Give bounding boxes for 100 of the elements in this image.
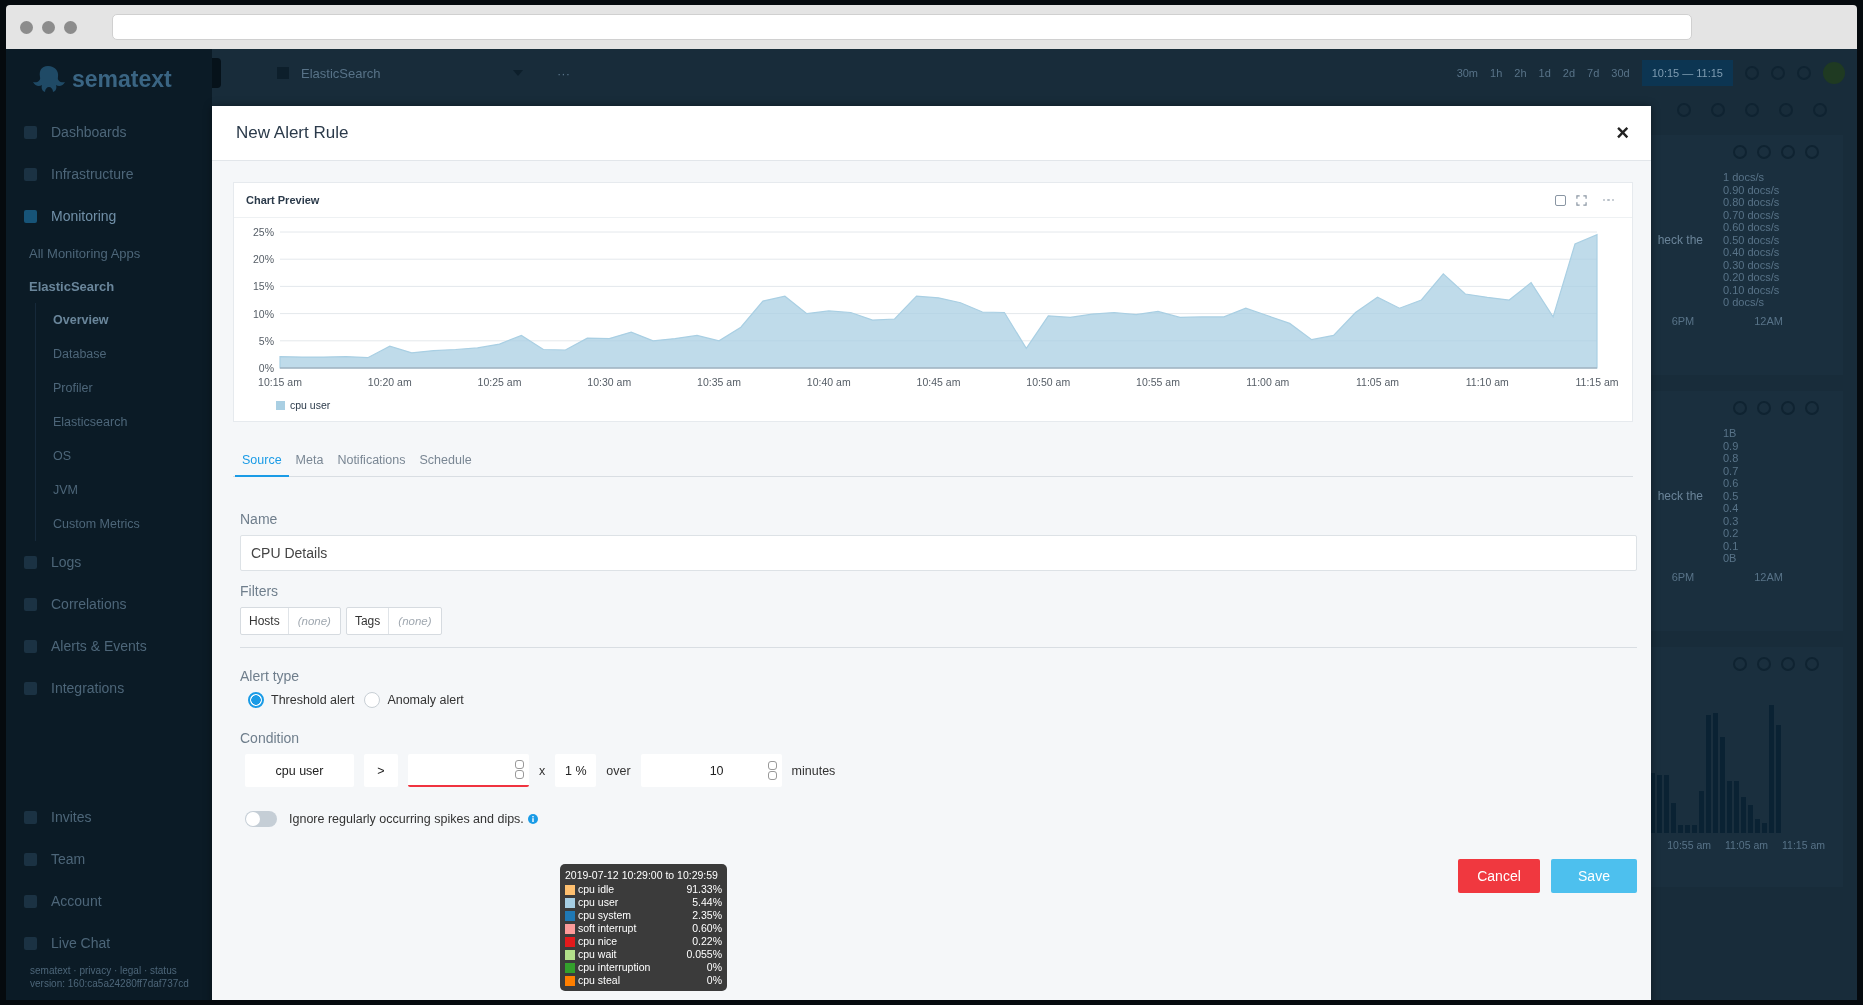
info-icon[interactable] <box>527 814 538 824</box>
axis-label: 0.4 <box>1723 502 1740 515</box>
radio-option[interactable]: Threshold alert <box>248 692 355 708</box>
collapse-tab[interactable] <box>212 58 221 88</box>
nav-subitem[interactable]: Database <box>36 337 212 371</box>
stepper-icon[interactable] <box>515 760 524 779</box>
filter-chip[interactable]: Tags (none) <box>345 607 442 635</box>
x-axis-label: 11:05 am <box>1356 376 1399 388</box>
nav-icon <box>24 894 37 908</box>
axis-label: 10:55 am <box>1667 839 1711 851</box>
time-range-button[interactable]: 10:15 — 11:15 <box>1641 60 1733 86</box>
series-label: cpu user <box>578 896 620 909</box>
axis-label: 0.40 docs/s <box>1723 246 1781 259</box>
toggle-switch[interactable] <box>245 811 277 827</box>
nav-item[interactable]: Account <box>6 880 212 922</box>
x-axis-label: 11:15 am <box>1575 376 1619 388</box>
nav-subitem[interactable]: Custom Metrics <box>36 507 212 541</box>
axis-label: 0.60 docs/s <box>1723 221 1781 234</box>
radio-label: Anomaly alert <box>387 693 464 707</box>
x-axis-label: 11:00 am <box>1246 376 1290 388</box>
nav-item[interactable]: Monitoring <box>6 195 212 237</box>
series-label: cpu interruption <box>578 961 652 974</box>
field-label: Name <box>240 511 279 527</box>
radio-option[interactable]: Anomaly alert <box>364 692 464 708</box>
nav-icon <box>24 639 37 653</box>
tab[interactable]: Notifications <box>330 444 413 477</box>
axis-label: 11:15 am <box>1782 839 1825 851</box>
window-dot <box>42 20 55 34</box>
dialog-title: New Alert Rule <box>236 123 349 143</box>
nav-subitem[interactable]: Profiler <box>36 371 212 405</box>
logo-text: sematext <box>72 65 172 93</box>
tab[interactable]: Schedule <box>412 444 479 477</box>
range-button[interactable]: 30d <box>1611 67 1630 79</box>
metric-select[interactable]: cpu user <box>245 754 354 787</box>
axis-label: 0.6 <box>1723 477 1740 490</box>
radio-label: Threshold alert <box>271 693 355 707</box>
nav-item[interactable]: Correlations <box>6 583 212 625</box>
axis-label: 0B <box>1723 552 1738 565</box>
more-menu[interactable]: ··· <box>557 65 570 81</box>
app-selector[interactable]: ElasticSearch <box>301 65 501 81</box>
nav-item[interactable]: Infrastructure <box>6 153 212 195</box>
tab[interactable]: Meta <box>288 444 331 477</box>
range-button[interactable]: 30m <box>1456 67 1479 79</box>
nav-item[interactable]: Team <box>6 838 212 880</box>
nav-item[interactable]: Integrations <box>6 667 212 709</box>
nav-icon <box>24 936 37 950</box>
axis-label: 1B <box>1723 427 1738 440</box>
nav-item[interactable]: Logs <box>6 541 212 583</box>
nav-item[interactable]: Dashboards <box>6 111 212 153</box>
avatar[interactable] <box>1823 62 1845 84</box>
range-button[interactable]: 1h <box>1490 67 1503 79</box>
axis-label: 0.2 <box>1723 527 1740 540</box>
tab[interactable]: Source <box>235 444 289 477</box>
save-button[interactable]: Save <box>1551 859 1637 893</box>
range-button[interactable]: 7d <box>1587 67 1600 79</box>
filter-value: (none) <box>397 615 433 627</box>
nav-subitem[interactable]: Overview <box>36 303 212 337</box>
axis-label: 0.80 docs/s <box>1723 196 1781 209</box>
series-value: 0% <box>706 961 722 974</box>
legend-label: cpu user <box>290 399 331 411</box>
nav-item[interactable]: Alerts & Events <box>6 625 212 667</box>
chart-title: Chart Preview <box>246 194 320 206</box>
close-button[interactable]: × <box>1612 122 1633 144</box>
x-axis-label: 10:20 am <box>367 376 412 388</box>
y-axis-label: 25% <box>253 226 274 238</box>
nav-subitem[interactable]: Elasticsearch <box>36 405 212 439</box>
radio-button[interactable] <box>364 692 381 708</box>
cancel-button[interactable]: Cancel <box>1458 859 1540 893</box>
nav-subitem[interactable]: OS <box>36 439 212 473</box>
filter-name: Hosts <box>241 608 289 634</box>
nav-subitem[interactable]: ElasticSearch <box>6 270 212 303</box>
nav-subitem[interactable]: JVM <box>36 473 212 507</box>
minutes-field[interactable]: 10 <box>640 754 782 787</box>
axis-label: 12AM <box>1754 570 1783 583</box>
nav-item[interactable]: Invites <box>6 796 212 838</box>
range-button[interactable]: 1d <box>1538 67 1551 79</box>
radio-button[interactable] <box>248 692 264 708</box>
percent-field[interactable]: 1 % <box>555 754 597 787</box>
nav-icon <box>24 555 37 569</box>
threshold-field[interactable] <box>408 754 529 787</box>
axis-label: 0.30 docs/s <box>1723 258 1781 271</box>
window-dot <box>64 20 77 34</box>
nav-item[interactable]: Live Chat <box>6 922 212 964</box>
over-text: over <box>606 763 631 778</box>
axis-label: 0.9 <box>1723 439 1740 452</box>
range-button[interactable]: 2d <box>1562 67 1576 79</box>
filter-chip[interactable]: Hosts (none) <box>240 607 341 635</box>
nav-icon <box>24 167 37 181</box>
series-label: soft interrupt <box>578 922 638 935</box>
axis-label: 0.1 <box>1723 539 1740 552</box>
operator-select[interactable]: > <box>364 754 398 787</box>
axis-label: 6PM <box>1671 570 1695 583</box>
name-field[interactable]: CPU Details <box>240 535 1637 571</box>
range-button[interactable]: 2h <box>1514 67 1527 79</box>
axis-label: 12AM <box>1754 314 1783 327</box>
axis-label: 0.3 <box>1723 514 1740 527</box>
address-bar[interactable] <box>112 14 1692 40</box>
nav-subitem[interactable]: All Monitoring Apps <box>6 237 212 270</box>
series-value: 91.33% <box>686 883 722 896</box>
axis-label: 0 docs/s <box>1723 296 1765 309</box>
